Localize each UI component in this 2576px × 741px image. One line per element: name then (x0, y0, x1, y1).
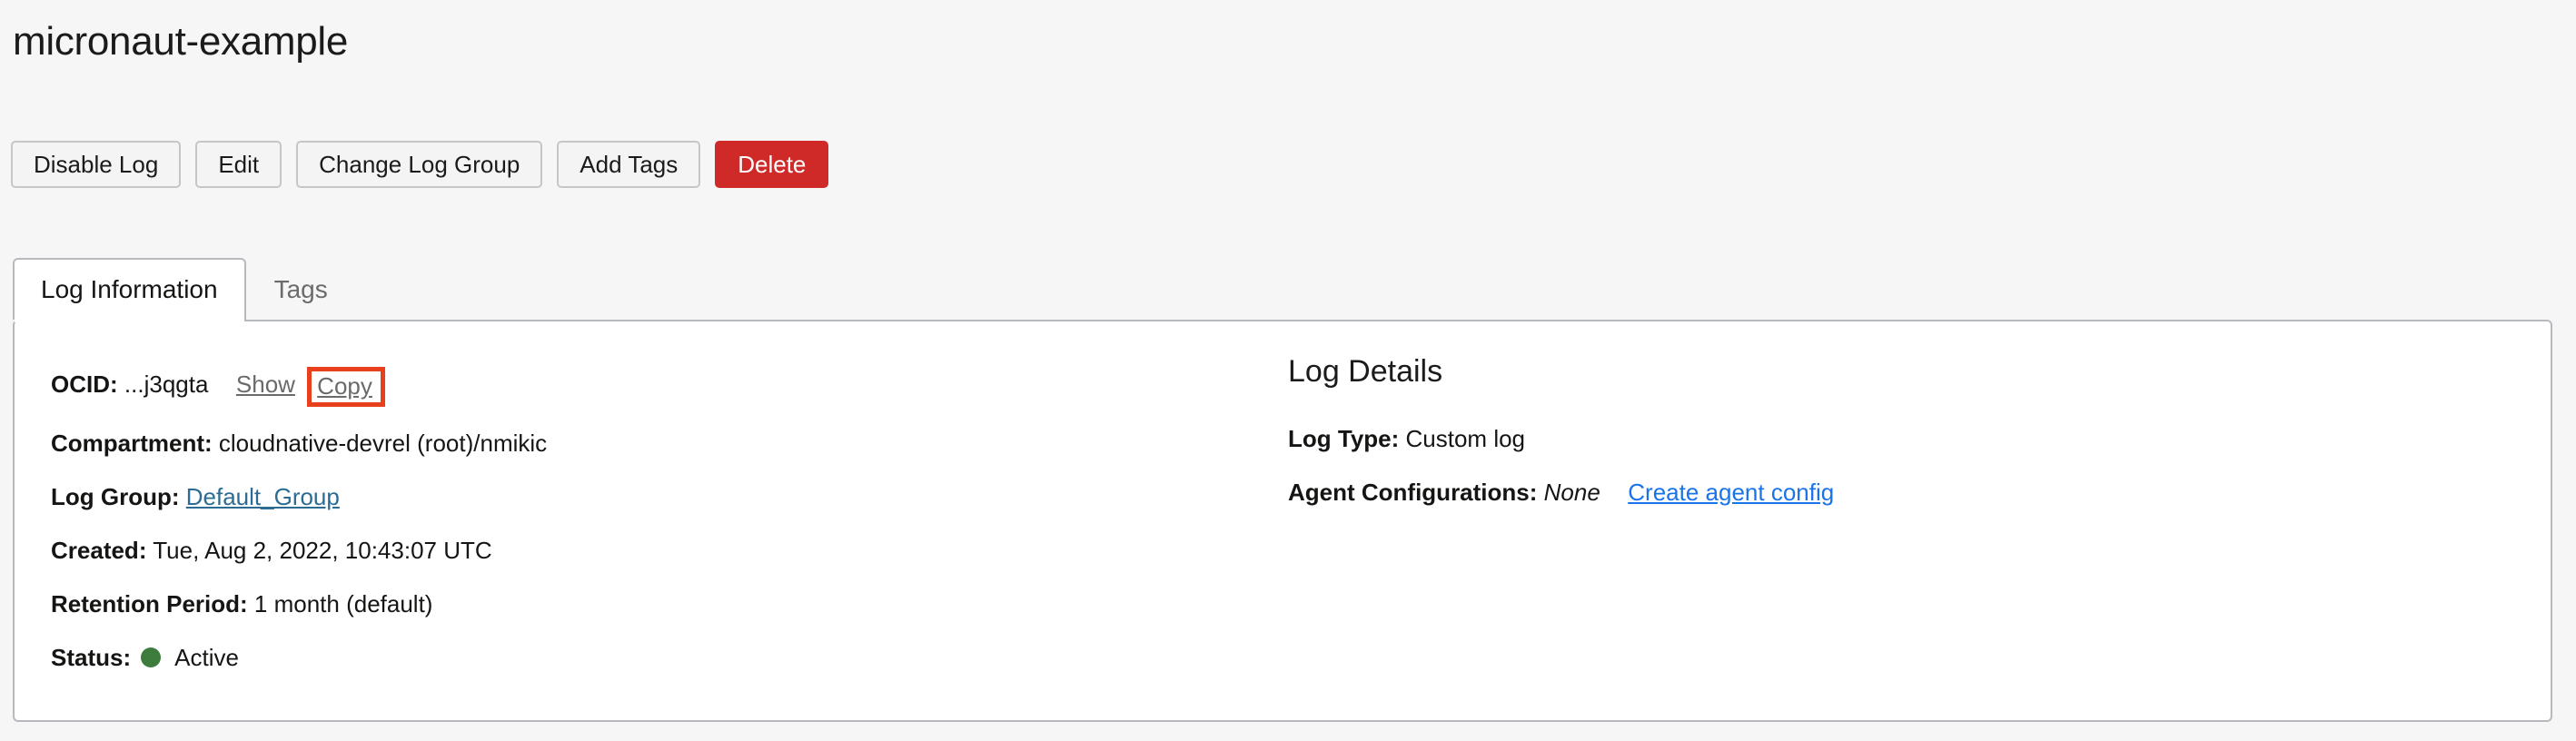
log-type-row: Log Type: Custom log (1288, 424, 2551, 454)
add-tags-button[interactable]: Add Tags (557, 141, 700, 188)
edit-button[interactable]: Edit (195, 141, 282, 188)
log-details-column: Log Details Log Type: Custom log Agent C… (1241, 321, 2551, 720)
tab-tags[interactable]: Tags (246, 258, 356, 320)
create-agent-config-link[interactable]: Create agent config (1628, 479, 1834, 506)
delete-button[interactable]: Delete (715, 141, 828, 188)
created-label: Created: (51, 537, 146, 564)
agent-configurations-value: None (1544, 479, 1600, 506)
log-information-panel: OCID: ...j3qgta Show Copy Compartment: c… (13, 320, 2552, 722)
compartment-value: cloudnative-devrel (root)/nmikic (219, 430, 547, 457)
page-title: micronaut-example (13, 18, 348, 65)
ocid-copy-link[interactable]: Copy (317, 372, 372, 400)
log-information-column: OCID: ...j3qgta Show Copy Compartment: c… (15, 321, 1241, 720)
log-detail-page: micronaut-example Disable Log Edit Chang… (0, 0, 2576, 741)
ocid-label: OCID: (51, 370, 118, 398)
ocid-row: OCID: ...j3qgta Show Copy (51, 365, 1241, 405)
compartment-label: Compartment: (51, 430, 213, 457)
change-log-group-button[interactable]: Change Log Group (296, 141, 542, 188)
created-row: Created: Tue, Aug 2, 2022, 10:43:07 UTC (51, 536, 1241, 566)
panel-columns: OCID: ...j3qgta Show Copy Compartment: c… (15, 321, 2551, 720)
log-details-heading: Log Details (1288, 353, 2551, 390)
ocid-show-link[interactable]: Show (236, 370, 295, 398)
status-value: Active (174, 644, 239, 671)
status-dot-icon (141, 647, 161, 667)
compartment-row: Compartment: cloudnative-devrel (root)/n… (51, 429, 1241, 459)
agent-configurations-row: Agent Configurations: None Create agent … (1288, 478, 2551, 508)
agent-configurations-label: Agent Configurations: (1288, 479, 1537, 506)
log-type-value: Custom log (1406, 425, 1526, 452)
disable-log-button[interactable]: Disable Log (11, 141, 181, 188)
log-type-label: Log Type: (1288, 425, 1399, 452)
log-group-label: Log Group: (51, 483, 180, 510)
status-label: Status: (51, 644, 131, 671)
created-value: Tue, Aug 2, 2022, 10:43:07 UTC (153, 537, 491, 564)
retention-period-row: Retention Period: 1 month (default) (51, 589, 1241, 619)
ocid-value: ...j3qgta (124, 370, 209, 398)
status-row: Status: Active (51, 643, 1241, 673)
retention-period-label: Retention Period: (51, 590, 248, 618)
tab-bar: Log Information Tags (13, 258, 356, 320)
log-group-row: Log Group: Default_Group (51, 482, 1241, 512)
copy-link-highlight: Copy (307, 367, 385, 407)
log-group-link[interactable]: Default_Group (186, 483, 340, 510)
action-toolbar: Disable Log Edit Change Log Group Add Ta… (11, 141, 828, 188)
retention-period-value: 1 month (default) (254, 590, 433, 618)
tab-log-information[interactable]: Log Information (13, 258, 246, 320)
